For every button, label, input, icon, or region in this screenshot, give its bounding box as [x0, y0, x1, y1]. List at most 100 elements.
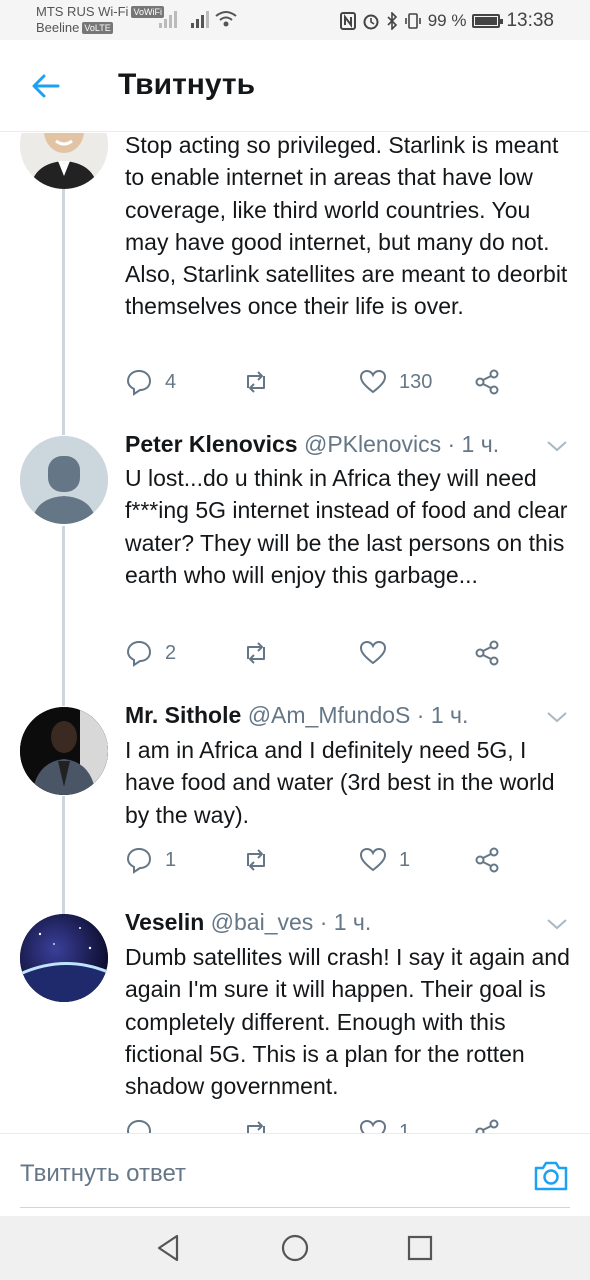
reply-bar: Твитнуть ответ	[0, 1133, 590, 1216]
share-button[interactable]	[473, 846, 501, 874]
like-button[interactable]: 1	[359, 1118, 410, 1133]
avatar[interactable]	[20, 914, 108, 1002]
reply-input[interactable]: Твитнуть ответ	[20, 1160, 510, 1188]
user-handle[interactable]: @bai_ves	[211, 909, 314, 935]
chevron-down-icon[interactable]	[546, 917, 568, 931]
like-button[interactable]: 1	[359, 846, 410, 874]
tweet-text: I am in Africa and I definitely need 5G,…	[125, 737, 555, 828]
signal-icon	[159, 11, 177, 28]
reply-button[interactable]: 4	[125, 368, 176, 396]
chevron-down-icon[interactable]	[546, 439, 568, 453]
share-icon	[475, 1119, 499, 1133]
reply-button[interactable]: 1	[125, 846, 176, 874]
tweet-header: Peter Klenovics @PKlenovics · 1 ч.	[125, 431, 499, 458]
carrier-info: MTS RUS Wi-Fi VoWiFi Beeline VoLTE	[36, 4, 164, 36]
user-photo-icon	[20, 707, 108, 795]
like-button[interactable]	[359, 639, 399, 667]
tweet-actions: 1	[125, 1118, 565, 1133]
status-bar: MTS RUS Wi-Fi VoWiFi Beeline VoLTE 99 % 13…	[0, 0, 590, 40]
reply-icon	[126, 640, 152, 667]
nav-back-icon[interactable]	[153, 1232, 185, 1264]
display-name[interactable]: Mr. Sithole	[125, 702, 241, 728]
battery-percent: 99 %	[427, 11, 467, 30]
avatar[interactable]	[20, 707, 108, 795]
user-handle[interactable]: @PKlenovics	[304, 431, 441, 457]
user-photo-icon	[20, 133, 108, 189]
retweet-button[interactable]	[242, 368, 282, 396]
share-icon	[475, 640, 499, 666]
thread-line	[62, 526, 65, 706]
wifi-icon	[215, 11, 237, 27]
tweet-text: Dumb satellites will crash! I say it aga…	[125, 944, 570, 1100]
retweet-icon	[247, 1121, 265, 1133]
carrier2-label: Beeline	[36, 20, 80, 35]
heart-icon	[359, 847, 387, 872]
tweet-actions: 1 1	[125, 846, 565, 878]
share-button[interactable]	[473, 368, 501, 396]
retweet-icon	[247, 371, 265, 393]
heart-icon	[359, 640, 387, 665]
reply-count: 1	[165, 848, 177, 871]
status-right: 99 % 13:38	[339, 10, 554, 32]
share-icon	[475, 847, 499, 873]
timestamp: · 1 ч.	[319, 909, 372, 935]
tweet-header: Veselin @bai_ves · 1 ч.	[125, 909, 371, 936]
alarm-icon	[363, 14, 379, 30]
avatar[interactable]	[20, 133, 108, 189]
display-name[interactable]: Veselin	[125, 909, 204, 935]
tweet-text: U lost...do u think in Africa they will …	[125, 465, 568, 588]
reply-underline	[20, 1207, 570, 1208]
heart-icon	[359, 1119, 387, 1133]
reply-count: 2	[165, 641, 177, 664]
earth-space-icon	[20, 914, 108, 1002]
default-profile-icon	[20, 436, 108, 524]
bluetooth-icon	[387, 12, 397, 30]
like-button[interactable]: 130	[359, 368, 432, 396]
tweet-actions: 2	[125, 639, 565, 671]
avatar[interactable]	[20, 436, 108, 524]
page-title: Твитнуть	[118, 68, 256, 101]
like-count: 130	[399, 370, 433, 393]
system-nav-bar	[0, 1216, 590, 1280]
reply-button[interactable]	[125, 1118, 165, 1133]
camera-icon[interactable]	[533, 1158, 569, 1192]
reply-icon	[126, 1119, 152, 1133]
reply-icon	[126, 369, 152, 396]
heart-icon	[359, 369, 387, 394]
retweet-button[interactable]	[242, 846, 282, 874]
thread-line	[62, 188, 65, 435]
display-name[interactable]: Peter Klenovics	[125, 431, 298, 457]
chevron-down-icon[interactable]	[546, 710, 568, 724]
like-count: 1	[399, 1120, 411, 1134]
timestamp: · 1 ч.	[416, 702, 469, 728]
tweet-actions: 4 130	[125, 368, 565, 400]
retweet-button[interactable]	[242, 639, 282, 667]
reply-count: 4	[165, 370, 177, 393]
carrier1-label: MTS RUS Wi-Fi	[36, 4, 129, 19]
signal-icon	[191, 11, 209, 28]
arrow-left-icon[interactable]	[30, 70, 62, 102]
like-count: 1	[399, 848, 411, 871]
share-button[interactable]	[473, 1118, 501, 1133]
tweet-feed[interactable]: Stop acting so privileged. Starlink is m…	[0, 133, 590, 1133]
battery-icon	[472, 14, 504, 28]
retweet-icon	[247, 642, 265, 664]
nav-recents-icon[interactable]	[404, 1232, 436, 1264]
carrier2-tag: VoLTE	[82, 22, 113, 34]
app-header: Твитнуть	[0, 40, 590, 132]
user-handle[interactable]: @Am_MfundoS	[248, 702, 411, 728]
share-icon	[475, 369, 499, 395]
vibrate-icon	[404, 13, 421, 29]
reply-icon	[126, 847, 152, 874]
reply-button[interactable]: 2	[125, 639, 176, 667]
clock: 13:38	[506, 10, 554, 31]
retweet-button[interactable]	[242, 1118, 282, 1133]
retweet-icon	[247, 849, 265, 871]
timestamp: · 1 ч.	[447, 431, 500, 457]
tweet-text: Stop acting so privileged. Starlink is m…	[125, 133, 568, 320]
thread-line	[62, 796, 65, 916]
nav-home-icon[interactable]	[279, 1232, 311, 1264]
tweet-header: Mr. Sithole @Am_MfundoS · 1 ч.	[125, 702, 468, 729]
nfc-icon	[339, 12, 356, 30]
share-button[interactable]	[473, 639, 501, 667]
